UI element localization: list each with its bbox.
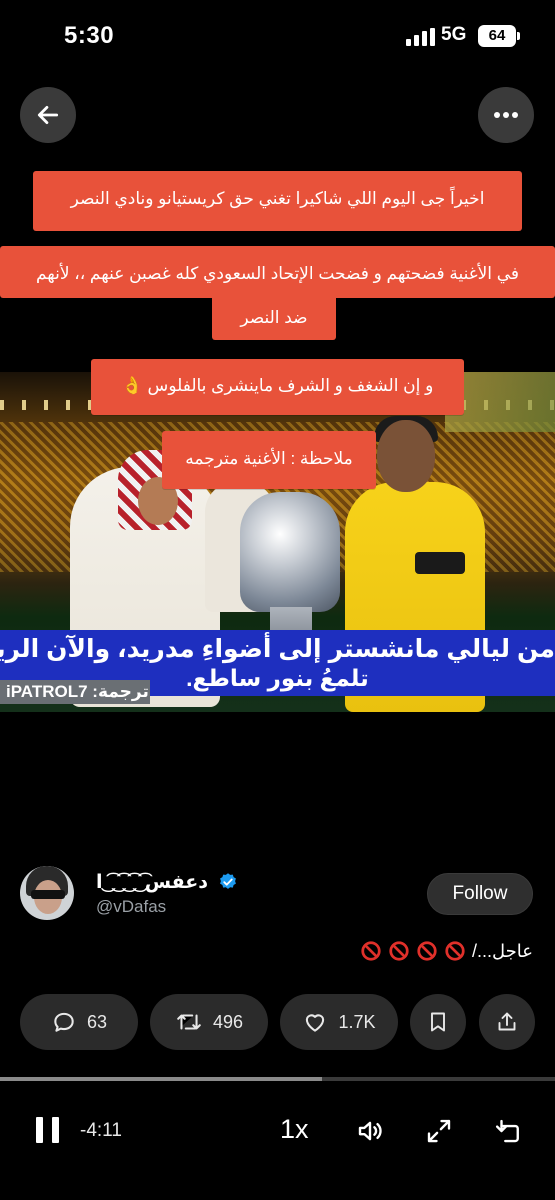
volume-icon[interactable] xyxy=(355,1116,385,1146)
share-icon xyxy=(498,1012,516,1031)
like-button[interactable]: 1.7K xyxy=(280,994,398,1050)
more-options-button[interactable] xyxy=(478,87,534,143)
video-player[interactable]: من ليالي مانشستر إلى أضواءِ مدريد، والآن… xyxy=(0,372,555,712)
subtitle-line-1: من ليالي مانشستر إلى أضواءِ مدريد، والآن… xyxy=(0,635,555,663)
status-time: 5:30 xyxy=(64,22,115,49)
reply-count: 63 xyxy=(86,1011,108,1032)
status-bar: 5:30 5G 64 xyxy=(0,0,555,75)
heart-icon xyxy=(306,1014,325,1032)
avatar-sunglasses xyxy=(31,890,65,899)
retweet-button[interactable]: 496 xyxy=(150,994,268,1050)
overlay-text-2: في الأغنية فضحتهم و فضحت الإتحاد السعودي… xyxy=(0,246,555,298)
back-button[interactable] xyxy=(20,87,76,143)
reply-icon xyxy=(54,1012,74,1032)
pause-button[interactable] xyxy=(36,1117,60,1143)
avatar[interactable] xyxy=(20,866,74,920)
battery-icon: 64 xyxy=(478,25,516,47)
prohibited-icon xyxy=(361,941,381,961)
caption-text: عاجل.../ xyxy=(472,940,533,961)
playback-speed-button[interactable]: 1x xyxy=(280,1114,309,1145)
captain-armband xyxy=(415,552,465,574)
player-head xyxy=(377,420,435,492)
fullscreen-icon[interactable] xyxy=(424,1116,454,1146)
share-button[interactable] xyxy=(479,994,535,1050)
overlay-text-1: اخيراً جى اليوم اللي شاكيرا تغني حق كريس… xyxy=(33,171,522,231)
time-remaining: -4:11 xyxy=(80,1120,122,1141)
progress-fill xyxy=(0,1077,322,1081)
reply-button[interactable]: 63 xyxy=(20,994,138,1050)
verified-badge-icon xyxy=(220,873,236,889)
overlay-text-2b: ضد النصر xyxy=(212,294,336,340)
trophy xyxy=(240,492,340,612)
retweet-count: 496 xyxy=(212,1011,244,1032)
network-label: 5G xyxy=(441,24,467,45)
prohibited-icon xyxy=(445,941,465,961)
author-name[interactable]: دعفس ͡ ͜ ͡ ͜ ͡ ͜ ͡ ͜ا xyxy=(96,871,208,894)
retweet-icon xyxy=(177,1013,201,1030)
prohibited-icon xyxy=(417,941,437,961)
overlay-text-4: ملاحظة : الأغنية مترجمه xyxy=(162,431,376,489)
translation-credit: iPATROL7 :ترجمة xyxy=(0,680,150,704)
follow-button[interactable]: Follow xyxy=(427,873,533,915)
like-count: 1.7K xyxy=(338,1011,376,1032)
overlay-text-3: و إن الشغف و الشرف ماينشرى بالفلوس 👌 xyxy=(91,359,464,415)
battery-tip xyxy=(517,32,520,40)
author-handle[interactable]: @vDafas xyxy=(96,897,166,917)
arrow-left-icon xyxy=(37,106,59,124)
bookmark-button[interactable] xyxy=(410,994,466,1050)
tweet-caption: عاجل.../ xyxy=(360,940,533,962)
bookmark-icon xyxy=(431,1012,445,1032)
more-horizontal-icon xyxy=(494,112,518,118)
rotate-icon[interactable] xyxy=(494,1116,524,1146)
prohibited-icon xyxy=(389,941,409,961)
signal-icon xyxy=(406,28,436,46)
